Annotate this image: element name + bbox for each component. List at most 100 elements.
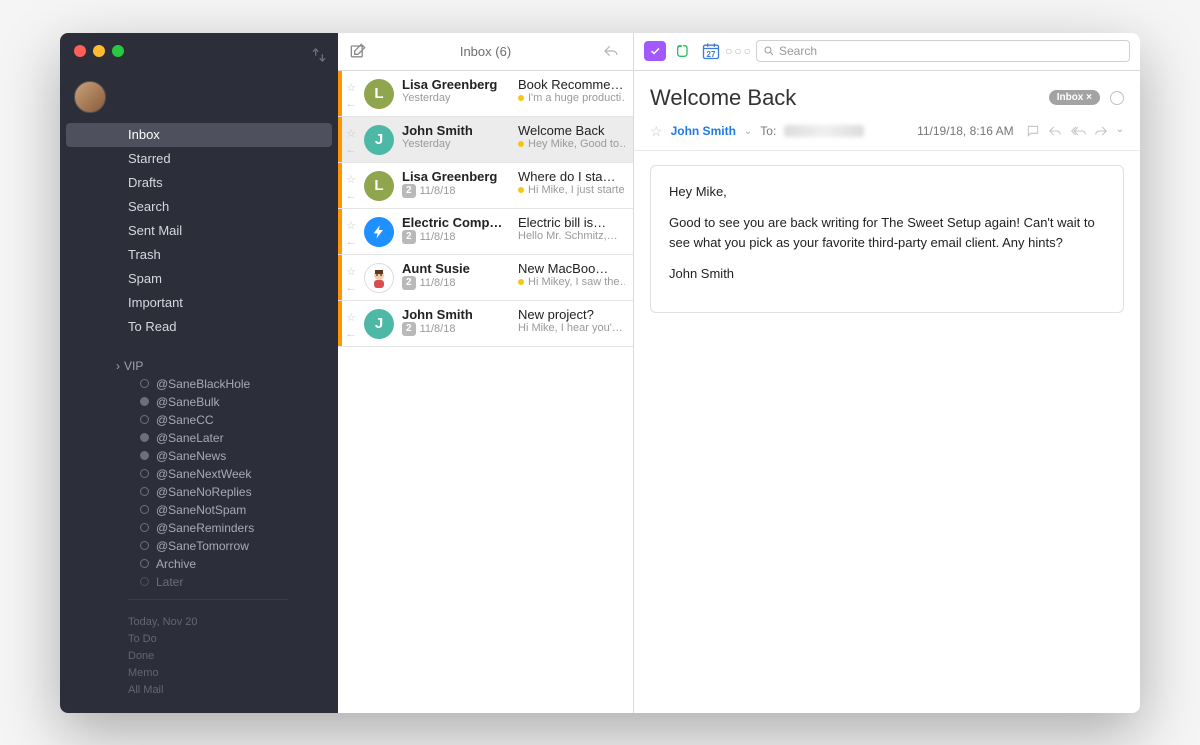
folder-label: @SaneNotSpam <box>156 503 246 517</box>
row-date: 2 11/8/18 <box>402 322 510 336</box>
message-row[interactable]: ☆ ← L Lisa Greenberg Yesterday Book Reco… <box>338 71 633 117</box>
sidebar-item-inbox[interactable]: Inbox <box>66 123 332 147</box>
circle-icon <box>140 559 149 568</box>
zoom-window-button[interactable] <box>112 45 124 57</box>
row-preview: I'm a huge producti… <box>518 92 625 104</box>
row-gutter: ☆ ← <box>340 215 362 248</box>
folder-label: @SaneBlackHole <box>156 377 250 391</box>
star-icon[interactable]: ☆ <box>346 173 356 186</box>
folder-archive[interactable]: Archive <box>60 555 338 573</box>
folder-sanenews[interactable]: @SaneNews <box>60 447 338 465</box>
sidebar-item-toread[interactable]: To Read <box>60 315 338 339</box>
done-label[interactable]: Done <box>128 648 338 665</box>
folder-sanenextweek[interactable]: @SaneNextWeek <box>60 465 338 483</box>
reply-icon[interactable] <box>601 43 621 59</box>
close-window-button[interactable] <box>74 45 86 57</box>
toolbar-action-1[interactable] <box>644 41 666 61</box>
today-label[interactable]: Today, Nov 20 <box>128 614 338 631</box>
separator <box>128 599 288 600</box>
circle-icon <box>140 523 149 532</box>
sender-avatar: L <box>364 79 394 109</box>
star-button[interactable]: ☆ <box>650 123 663 140</box>
row-preview: Hi Mike, I just starte… <box>518 184 625 196</box>
folder-sanereminders[interactable]: @SaneReminders <box>60 519 338 537</box>
row-sender: Aunt Susie <box>402 261 510 276</box>
reply-all-icon[interactable] <box>1070 124 1086 138</box>
reader-toolbar: 27 ○○○ Search <box>634 33 1140 71</box>
compose-button[interactable] <box>348 41 368 61</box>
folder-label: Later <box>156 575 183 589</box>
reply-icon[interactable] <box>1048 124 1062 138</box>
app-window: Inbox Starred Drafts Search Sent Mail Tr… <box>60 33 1140 713</box>
sidebar-item-sent[interactable]: Sent Mail <box>60 219 338 243</box>
sender-avatar <box>364 263 394 293</box>
message-row[interactable]: ☆ ← J John Smith Yesterday Welcome Back … <box>338 117 633 163</box>
to-label: To: <box>760 124 776 138</box>
folder-sanenotspam[interactable]: @SaneNotSpam <box>60 501 338 519</box>
vip-disclosure[interactable]: › VIP <box>60 357 338 375</box>
message-row[interactable]: ☆ ← J John Smith 2 11/8/18 New project? … <box>338 301 633 347</box>
sync-icon[interactable] <box>310 47 328 63</box>
message-row[interactable]: ☆ ← Electric Comp… 2 11/8/18 Electric bi… <box>338 209 633 255</box>
star-icon[interactable]: ☆ <box>346 265 356 278</box>
sidebar-item-important[interactable]: Important <box>60 291 338 315</box>
folder-sanelater[interactable]: @SaneLater <box>60 429 338 447</box>
thread-count-badge: 2 <box>402 230 416 244</box>
forward-icon[interactable] <box>1094 124 1108 138</box>
sidebar-item-starred[interactable]: Starred <box>60 147 338 171</box>
folder-label: @SaneNoReplies <box>156 485 252 499</box>
chat-icon[interactable] <box>1026 124 1040 138</box>
circle-icon <box>140 487 149 496</box>
sidebar-item-drafts[interactable]: Drafts <box>60 171 338 195</box>
row-date: Yesterday <box>402 92 510 104</box>
folder-later[interactable]: Later <box>60 573 338 591</box>
search-icon <box>763 45 775 57</box>
folder-label: @SaneTomorrow <box>156 539 249 553</box>
star-icon[interactable]: ☆ <box>346 311 356 324</box>
star-icon[interactable]: ☆ <box>346 81 356 94</box>
folder-saneblackhole[interactable]: @SaneBlackHole <box>60 375 338 393</box>
memo-label[interactable]: Memo <box>128 665 338 682</box>
vip-folder-group: › VIP @SaneBlackHole @SaneBulk @SaneCC @… <box>60 357 338 610</box>
search-input[interactable]: Search <box>756 40 1130 62</box>
row-date: Yesterday <box>402 138 510 150</box>
account-avatar[interactable] <box>74 81 106 113</box>
allmail-label[interactable]: All Mail <box>128 682 338 699</box>
search-placeholder: Search <box>779 44 817 58</box>
chevron-down-icon[interactable]: ⌄ <box>744 126 752 137</box>
color-tag-button[interactable] <box>1110 91 1124 105</box>
circle-icon <box>140 505 149 514</box>
folder-sanecc[interactable]: @SaneCC <box>60 411 338 429</box>
row-gutter: ☆ ← <box>340 307 362 340</box>
sidebar: Inbox Starred Drafts Search Sent Mail Tr… <box>60 33 338 713</box>
sidebar-item-trash[interactable]: Trash <box>60 243 338 267</box>
sidebar-item-spam[interactable]: Spam <box>60 267 338 291</box>
row-sender: Lisa Greenberg <box>402 169 510 184</box>
circle-icon <box>140 469 149 478</box>
sender-name[interactable]: John Smith <box>671 124 736 138</box>
row-preview: Hey Mike, Good to… <box>518 138 625 150</box>
chevron-down-icon[interactable]: ⌄ <box>1116 124 1124 138</box>
folder-sanenoreplies[interactable]: @SaneNoReplies <box>60 483 338 501</box>
toolbar-calendar-button[interactable]: 27 <box>700 41 722 61</box>
toolbar-more-button[interactable]: ○○○ <box>728 41 750 61</box>
minimize-window-button[interactable] <box>93 45 105 57</box>
toolbar-evernote-button[interactable] <box>672 41 694 61</box>
circle-icon <box>140 451 149 460</box>
folder-sanebulk[interactable]: @SaneBulk <box>60 393 338 411</box>
row-subject: Where do I sta… <box>518 169 625 184</box>
message-row[interactable]: ☆ ← L Lisa Greenberg 2 11/8/18 Where do … <box>338 163 633 209</box>
sender-avatar: J <box>364 125 394 155</box>
folder-tag[interactable]: Inbox × <box>1049 90 1100 105</box>
message-list-pane: Inbox (6) ☆ ← L Lisa Greenberg Yesterday… <box>338 33 634 713</box>
body-text: Good to see you are back writing for The… <box>669 213 1105 252</box>
star-icon[interactable]: ☆ <box>346 219 356 232</box>
todo-label[interactable]: To Do <box>128 631 338 648</box>
star-icon[interactable]: ☆ <box>346 127 356 140</box>
message-rows: ☆ ← L Lisa Greenberg Yesterday Book Reco… <box>338 71 633 347</box>
sidebar-item-search[interactable]: Search <box>60 195 338 219</box>
message-row[interactable]: ☆ ← Aunt Susie 2 11/8/18 New MacBoo… Hi … <box>338 255 633 301</box>
row-date: 2 11/8/18 <box>402 230 510 244</box>
folder-label: @SaneCC <box>156 413 214 427</box>
folder-sanetomorrow[interactable]: @SaneTomorrow <box>60 537 338 555</box>
